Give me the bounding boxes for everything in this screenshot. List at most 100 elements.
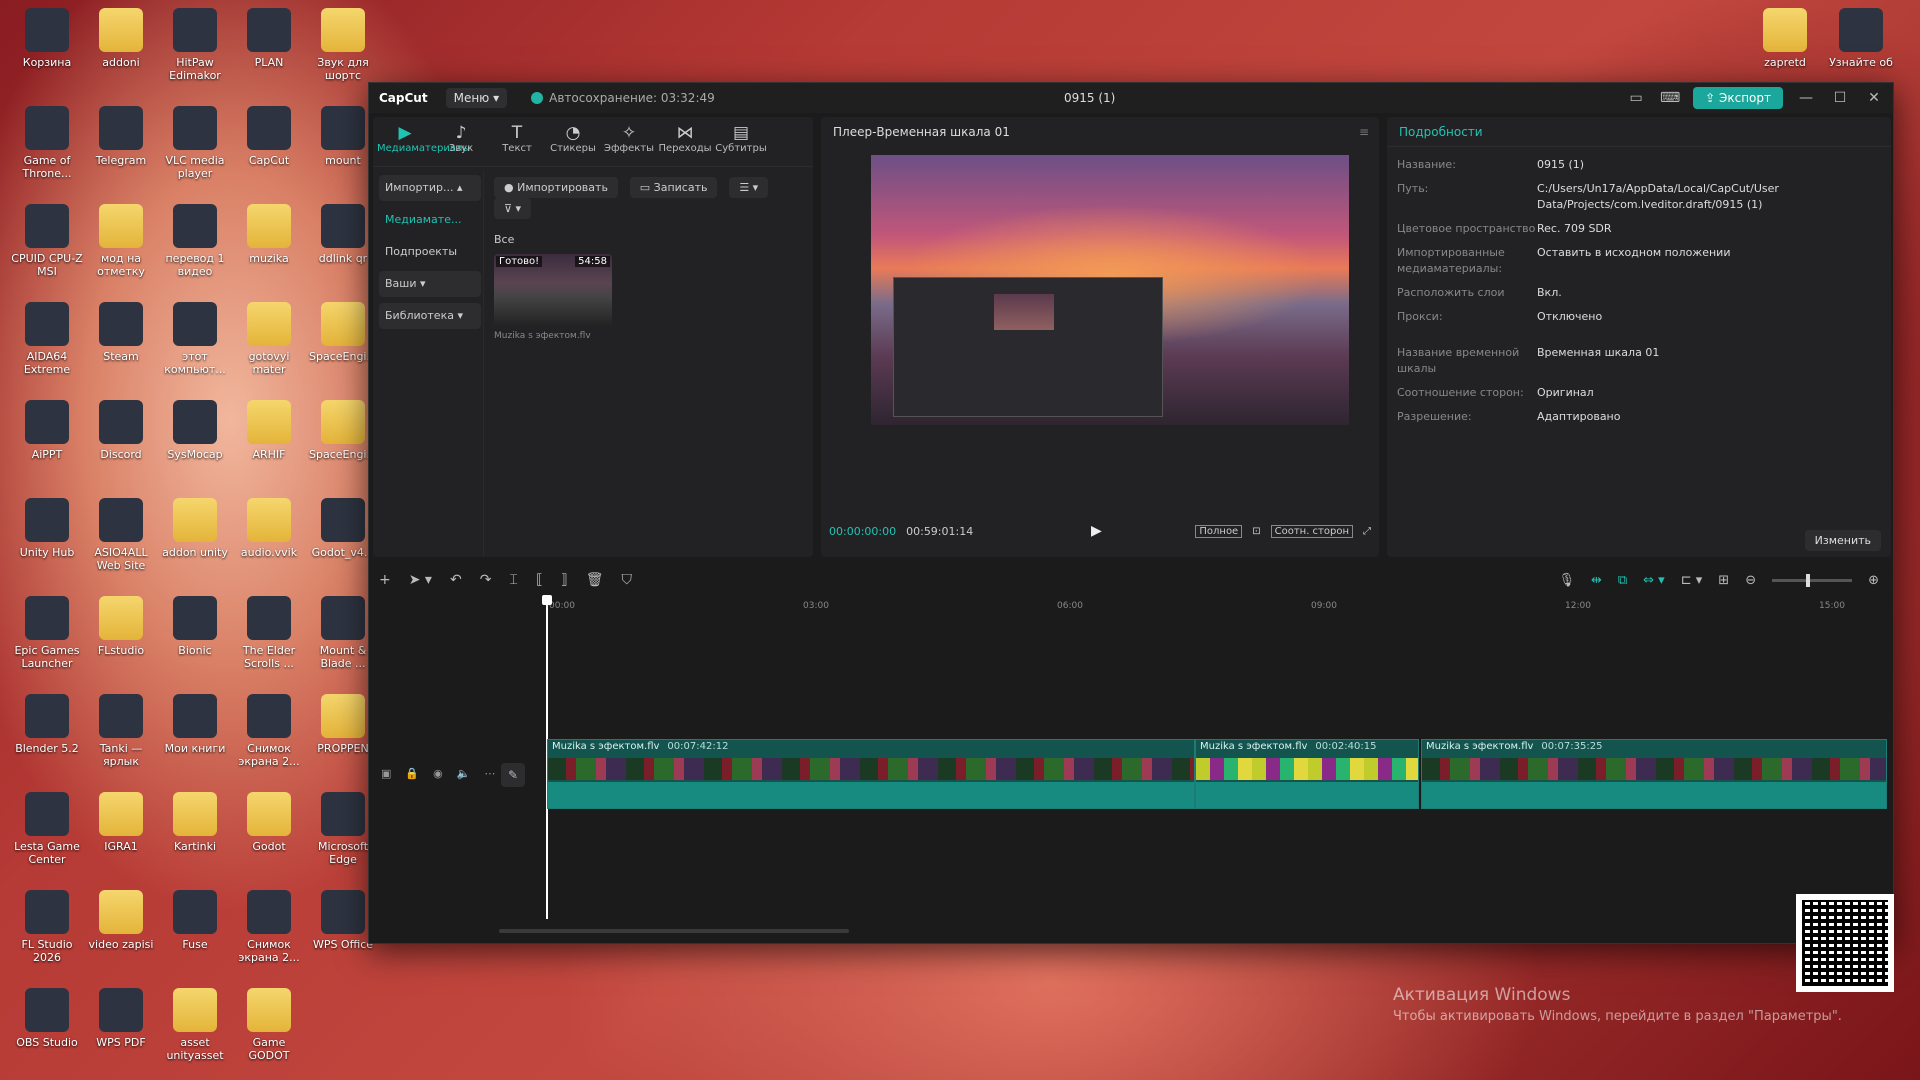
desktop-icon[interactable]: FL Studio 2026: [10, 890, 84, 964]
filter-button[interactable]: ⊽ ▾: [494, 198, 532, 219]
desktop-icon[interactable]: Bionic: [158, 596, 232, 657]
layout-icon[interactable]: ▭: [1625, 89, 1647, 107]
link-icon[interactable]: ⇹: [1591, 573, 1602, 588]
desktop-icon[interactable]: gotovyi mater: [232, 302, 306, 376]
redo-icon[interactable]: ↷: [480, 572, 492, 588]
desktop-icon[interactable]: ASIO4ALL Web Site: [84, 498, 158, 572]
fit-icon[interactable]: ⊞: [1718, 573, 1729, 588]
tab-5[interactable]: ⋈ Переходы: [657, 123, 713, 166]
desktop-icon[interactable]: Tanki — ярлык: [84, 694, 158, 768]
split-left-icon[interactable]: ⟦: [536, 572, 543, 588]
add-track-icon[interactable]: +: [379, 572, 391, 588]
timeline-scrollbar[interactable]: [499, 929, 849, 933]
desktop-icon[interactable]: Мои книги: [158, 694, 232, 755]
desktop-icon[interactable]: Game of Throne...: [10, 106, 84, 180]
maximize-icon[interactable]: ☐: [1829, 89, 1851, 107]
shield-icon[interactable]: ⛉: [621, 572, 632, 588]
nav-yours[interactable]: Ваши ▾: [379, 271, 481, 297]
tab-4[interactable]: ✧ Эффекты: [601, 123, 657, 166]
timeline-clip[interactable]: Muzika s эфектом.flv 00:07:35:25: [1421, 739, 1887, 809]
edit-cover-icon[interactable]: ✎: [501, 763, 525, 787]
desktop-icon[interactable]: WPS PDF: [84, 988, 158, 1049]
shortcut-icon[interactable]: ⌨: [1659, 89, 1681, 107]
playhead-handle[interactable]: [542, 595, 552, 605]
snap-icon[interactable]: ⧉: [1618, 573, 1627, 588]
lock-icon[interactable]: 🔒: [405, 767, 419, 780]
desktop-icon[interactable]: zapretd: [1748, 8, 1822, 69]
desktop-icon[interactable]: мод на отметку: [84, 204, 158, 278]
export-button[interactable]: ⇪ Экспорт: [1693, 87, 1783, 109]
fullscreen-icon[interactable]: ⤢: [1363, 526, 1371, 537]
desktop-icon[interactable]: FLstudio: [84, 596, 158, 657]
desktop-icon[interactable]: HitPaw Edimakor: [158, 8, 232, 82]
undo-icon[interactable]: ↶: [450, 572, 462, 588]
desktop-icon[interactable]: Discord: [84, 400, 158, 461]
desktop-icon[interactable]: Unity Hub: [10, 498, 84, 559]
timeline-ruler[interactable]: 00:00 03:00 06:00 09:00 12:00 15:00: [461, 595, 1885, 617]
desktop-icon[interactable]: VLC media player: [158, 106, 232, 180]
timeline-clip[interactable]: Muzika s эфектом.flv 00:07:42:12: [547, 739, 1195, 809]
tab-0[interactable]: ▶ Медиаматериалы: [377, 123, 470, 166]
desktop-icon[interactable]: Game GODOT: [232, 988, 306, 1062]
desktop-icon[interactable]: Снимок экрана 2...: [232, 890, 306, 964]
split-right-icon[interactable]: ⟧: [561, 572, 568, 588]
desktop-icon[interactable]: SysMocap: [158, 400, 232, 461]
desktop-icon[interactable]: Снимок экрана 2...: [232, 694, 306, 768]
more-icon[interactable]: ⋯: [484, 767, 495, 780]
aspect-ratio-button[interactable]: Соотн. сторон: [1270, 524, 1353, 538]
desktop-icon[interactable]: Telegram: [84, 106, 158, 167]
close-icon[interactable]: ✕: [1863, 89, 1885, 107]
zoom-slider-knob[interactable]: [1805, 573, 1810, 587]
desktop-icon[interactable]: CapCut: [232, 106, 306, 167]
desktop-icon[interactable]: addon unity: [158, 498, 232, 559]
zoom-slider[interactable]: [1772, 573, 1853, 587]
minimize-icon[interactable]: —: [1795, 89, 1817, 107]
desktop-icon[interactable]: Godot: [232, 792, 306, 853]
change-button[interactable]: Изменить: [1804, 530, 1881, 551]
desktop-icon[interactable]: Звук для шортс: [306, 8, 380, 82]
desktop-icon[interactable]: PLAN: [232, 8, 306, 69]
preview-axis-icon[interactable]: ⊏ ▾: [1681, 573, 1703, 588]
delete-icon[interactable]: 🗑: [586, 572, 604, 588]
menu-button[interactable]: Меню ▾: [445, 88, 508, 108]
desktop-icon[interactable]: Fuse: [158, 890, 232, 951]
media-clip-thumbnail[interactable]: Готово! 54:58: [494, 254, 612, 326]
nav-import[interactable]: Импортир... ▴: [379, 175, 481, 201]
desktop-icon[interactable]: Steam: [84, 302, 158, 363]
video-preview[interactable]: [871, 155, 1349, 425]
tab-1[interactable]: ♪ Звук: [433, 123, 489, 166]
desktop-icon[interactable]: asset unityasset: [158, 988, 232, 1062]
desktop-icon[interactable]: ARHIF: [232, 400, 306, 461]
tab-6[interactable]: ▤ Субтитры: [713, 123, 769, 166]
desktop-icon[interactable]: OBS Studio: [10, 988, 84, 1049]
desktop-icon[interactable]: этот компьют...: [158, 302, 232, 376]
microphone-icon[interactable]: 🎙: [1558, 573, 1575, 588]
desktop-icon[interactable]: перевод 1 видео: [158, 204, 232, 278]
track-cover-icon[interactable]: ▣: [381, 767, 391, 780]
desktop-icon[interactable]: AiPPT: [10, 400, 84, 461]
play-icon[interactable]: ▶: [1091, 523, 1107, 539]
split-icon[interactable]: ⌶: [509, 572, 517, 588]
player-menu-icon[interactable]: ≡: [1359, 125, 1369, 139]
record-button[interactable]: ▭ Записать: [629, 177, 718, 198]
select-tool-icon[interactable]: ➤ ▾: [409, 572, 432, 588]
nav-subprojects[interactable]: Подпроекты: [379, 239, 481, 265]
eye-icon[interactable]: ◉: [433, 767, 443, 780]
desktop-icon[interactable]: AIDA64 Extreme: [10, 302, 84, 376]
desktop-icon[interactable]: addoni: [84, 8, 158, 69]
tab-3[interactable]: ◔ Стикеры: [545, 123, 601, 166]
nav-library[interactable]: Библиотека ▾: [379, 303, 481, 329]
speaker-icon[interactable]: 🔈: [457, 767, 471, 780]
desktop-icon[interactable]: muzika: [232, 204, 306, 265]
desktop-icon[interactable]: Kartinki: [158, 792, 232, 853]
nav-media[interactable]: Медиамате...: [379, 207, 481, 233]
desktop-icon[interactable]: Узнайте об: [1824, 8, 1898, 69]
desktop-icon[interactable]: Корзина: [10, 8, 84, 69]
desktop-icon[interactable]: audio.vvik: [232, 498, 306, 559]
desktop-icon[interactable]: video zapisi: [84, 890, 158, 951]
quality-button[interactable]: Полное: [1195, 524, 1243, 538]
desktop-icon[interactable]: The Elder Scrolls ...: [232, 596, 306, 670]
desktop-icon[interactable]: Lesta Game Center: [10, 792, 84, 866]
timeline-clip[interactable]: Muzika s эфектом.flv 00:02:40:15: [1195, 739, 1419, 809]
import-button[interactable]: ● Импортировать: [494, 177, 618, 198]
